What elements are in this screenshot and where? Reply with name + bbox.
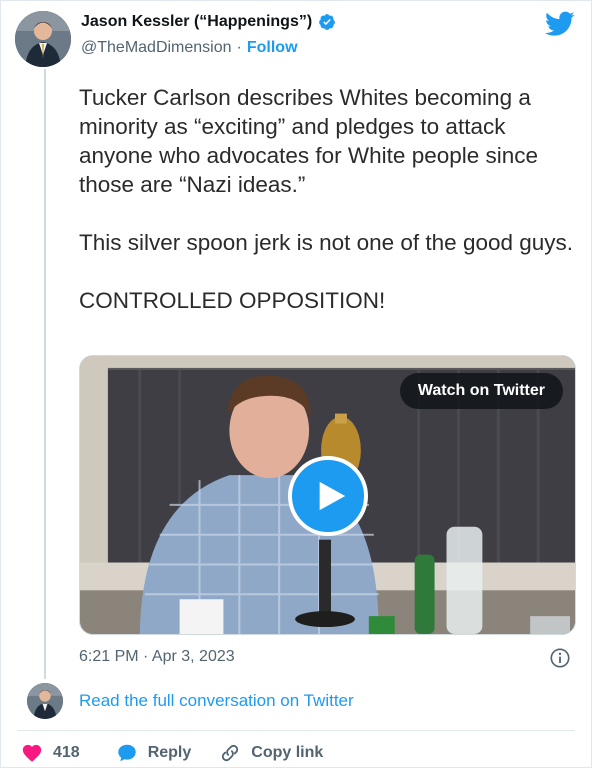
like-button[interactable]: 418 [21,742,80,764]
watch-on-twitter-button[interactable]: Watch on Twitter [399,373,563,409]
video-thumbnail[interactable]: Watch on Twitter [79,355,576,635]
info-icon[interactable] [549,647,571,669]
tweet-paragraph: CONTROLLED OPPOSITION! [79,288,386,313]
tweet-text: Tucker Carlson describes Whites becoming… [79,83,575,344]
reply-label: Reply [147,744,192,761]
tweet-timestamp[interactable]: 6:21 PM · Apr 3, 2023 [79,648,235,666]
follow-button[interactable]: Follow [247,39,298,57]
play-icon [319,481,346,511]
link-icon [222,744,239,762]
thread-line [44,69,46,679]
author-handle[interactable]: @TheMadDimension [81,39,232,57]
reply-button[interactable]: Reply [116,742,192,764]
twitter-bird-icon[interactable] [544,11,575,37]
action-bar: 418 Reply Copy link [21,742,323,764]
like-count: 418 [53,744,80,761]
heart-icon [22,744,42,762]
handle-separator: · [236,39,242,56]
copy-link-button[interactable]: Copy link [219,742,323,764]
tweet-paragraph: This silver spoon jerk is not one of the… [79,230,574,255]
read-full-conversation-link[interactable]: Read the full conversation on Twitter [79,691,354,711]
tweet-paragraph: Tucker Carlson describes Whites becoming… [79,85,545,197]
handle-row: @TheMadDimension · Follow [81,39,298,57]
author-name-row: Jason Kessler (“Happenings”) [81,13,336,31]
verified-badge-icon [318,13,336,31]
divider [17,730,575,731]
avatar[interactable] [15,11,71,67]
author-display-name[interactable]: Jason Kessler (“Happenings”) [81,13,312,31]
play-button[interactable] [288,456,368,536]
conversation-avatar[interactable] [27,683,63,719]
reply-bubble-icon [117,744,136,762]
embedded-tweet-card: Jason Kessler (“Happenings”) @TheMadDime… [0,0,592,768]
copy-link-label: Copy link [251,744,324,761]
